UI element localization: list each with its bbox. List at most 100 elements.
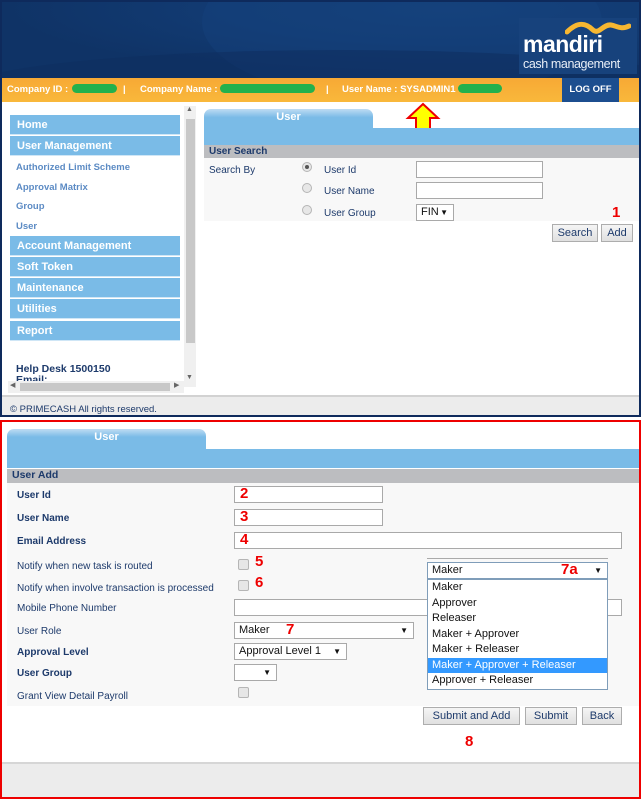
add-button[interactable]: Add	[601, 224, 633, 242]
user-group-select[interactable]: ▼	[234, 664, 277, 681]
email-input[interactable]	[234, 532, 622, 549]
user-id-search-input[interactable]	[416, 161, 543, 178]
scroll-left-icon[interactable]: ◀	[10, 381, 15, 389]
step-marker: 1	[612, 204, 621, 221]
role-option[interactable]: Maker + Approver	[428, 627, 607, 643]
user-role-label: User Role	[17, 626, 62, 637]
chevron-down-icon: ▼	[440, 208, 448, 217]
role-option[interactable]: Releaser	[428, 611, 607, 627]
sidebar-item-account-management[interactable]: Account Management	[10, 236, 180, 256]
user-role-options-list: Maker Approver Releaser Maker + Approver…	[427, 579, 608, 690]
company-name: Company Name :	[140, 84, 316, 95]
tab-band	[7, 449, 639, 468]
chevron-down-icon: ▼	[263, 668, 271, 677]
option-label-user-name: User Name	[324, 186, 375, 197]
step-marker: 7	[286, 621, 295, 638]
brand-tagline: cash management	[523, 57, 620, 71]
mobile-label: Mobile Phone Number	[17, 603, 117, 614]
role-option[interactable]: Approver	[428, 596, 607, 612]
submit-button[interactable]: Submit	[525, 707, 577, 725]
notify-transaction-label: Notify when involve transaction is proce…	[17, 583, 214, 594]
scroll-up-icon[interactable]: ▲	[186, 106, 193, 113]
sidebar-item-utilities[interactable]: Utilities	[10, 299, 180, 319]
notify-task-label: Notify when new task is routed	[17, 561, 153, 572]
step-marker: 8	[465, 733, 474, 750]
submit-and-add-button[interactable]: Submit and Add	[423, 707, 520, 725]
brand-name: mandiri	[523, 31, 603, 57]
notify-task-checkbox[interactable]	[238, 559, 249, 570]
user-group-label: User Group	[17, 668, 73, 679]
step-marker: 5	[255, 553, 264, 570]
mandiri-logo: mandiri cash management	[519, 18, 637, 74]
divider	[427, 558, 608, 559]
session-info-bar: Company ID : | Company Name : | User Nam…	[2, 78, 639, 102]
sidebar-item-approval-matrix[interactable]: Approval Matrix	[16, 182, 88, 193]
step-marker: 6	[255, 574, 264, 591]
user-id-input[interactable]	[234, 486, 383, 503]
sidebar-item-soft-token[interactable]: Soft Token	[10, 257, 180, 277]
role-option[interactable]: Maker + Releaser	[428, 642, 607, 658]
user-name-value: SYSADMIN1	[400, 84, 456, 95]
scrollbar-thumb[interactable]	[186, 119, 195, 343]
separator: |	[123, 84, 126, 95]
role-option[interactable]: Approver + Releaser	[428, 673, 607, 689]
option-label-user-id: User Id	[324, 165, 357, 176]
tab-user[interactable]: User	[204, 109, 373, 130]
logoff-button[interactable]: LOG OFF	[562, 78, 619, 102]
scrollbar-thumb[interactable]	[20, 383, 170, 391]
user-group-select[interactable]: FIN ▼	[416, 204, 454, 221]
chevron-down-icon: ▼	[400, 626, 408, 635]
back-button[interactable]: Back	[582, 707, 622, 725]
sidebar-item-group[interactable]: Group	[16, 201, 45, 212]
step-marker: 4	[240, 531, 249, 548]
user-name-input[interactable]	[234, 509, 383, 526]
header-banner: mandiri cash management	[2, 2, 639, 78]
email-label: Email Address	[17, 536, 87, 547]
company-id: Company ID :	[7, 84, 117, 95]
sidebar-item-report[interactable]: Report	[10, 321, 180, 341]
footer	[2, 762, 639, 797]
footer: © PRIMECASH All rights reserved.	[2, 395, 639, 415]
step-marker: 2	[240, 485, 249, 502]
role-option-highlighted[interactable]: Maker + Approver + Releaser	[428, 657, 607, 673]
radio-user-group[interactable]	[302, 205, 312, 215]
section-title: User Search	[204, 145, 639, 158]
tab-user[interactable]: User	[7, 429, 206, 449]
user-search-screen: mandiri cash management Company ID : | C…	[0, 0, 641, 417]
sidebar-item-home[interactable]: Home	[10, 115, 180, 135]
sidebar-horizontal-scrollbar[interactable]: ◀ ▶	[8, 381, 184, 393]
sidebar-item-user-management[interactable]: User Management	[10, 136, 180, 156]
approval-level-select[interactable]: Approval Level 1 ▼	[234, 643, 347, 660]
user-name-label: User Name	[17, 513, 70, 524]
radio-user-name[interactable]	[302, 183, 312, 193]
chevron-down-icon: ▼	[594, 566, 602, 575]
user-name-search-input[interactable]	[416, 182, 543, 199]
step-marker: 3	[240, 508, 249, 525]
grant-view-checkbox[interactable]	[238, 687, 249, 698]
tab-band	[204, 128, 639, 145]
radio-user-id[interactable]	[302, 162, 312, 172]
sidebar-vertical-scrollbar[interactable]: ▲ ▼	[184, 106, 196, 387]
sidebar-item-user[interactable]: User	[16, 221, 37, 232]
separator: |	[326, 84, 329, 95]
user-id-label: User Id	[17, 490, 51, 501]
scroll-right-icon[interactable]: ▶	[174, 381, 179, 389]
search-button[interactable]: Search	[552, 224, 598, 242]
chevron-down-icon: ▼	[333, 647, 341, 656]
user-role-select[interactable]: Maker ▼	[234, 622, 414, 639]
user-add-screen: User User Add User Id 2 User Name 3 Emai…	[0, 420, 641, 799]
section-title: User Add	[7, 469, 639, 483]
role-option[interactable]: Maker	[428, 580, 607, 596]
redacted-company-name	[220, 84, 316, 93]
user-name: User Name : SYSADMIN1	[342, 84, 503, 95]
sidebar-item-maintenance[interactable]: Maintenance	[10, 278, 180, 298]
user-role-dropdown-select[interactable]: Maker 7a ▼	[427, 562, 608, 579]
sidebar-item-authorized-limit-scheme[interactable]: Authorized Limit Scheme	[16, 162, 130, 173]
search-by-label: Search By	[209, 165, 256, 176]
redacted-user-suffix	[458, 84, 503, 93]
scroll-down-icon[interactable]: ▼	[186, 374, 193, 381]
notify-transaction-checkbox[interactable]	[238, 580, 249, 591]
sidebar: Home User Management Authorized Limit Sc…	[2, 102, 184, 394]
redacted-company-id	[71, 84, 117, 93]
grant-view-label: Grant View Detail Payroll	[17, 691, 128, 702]
